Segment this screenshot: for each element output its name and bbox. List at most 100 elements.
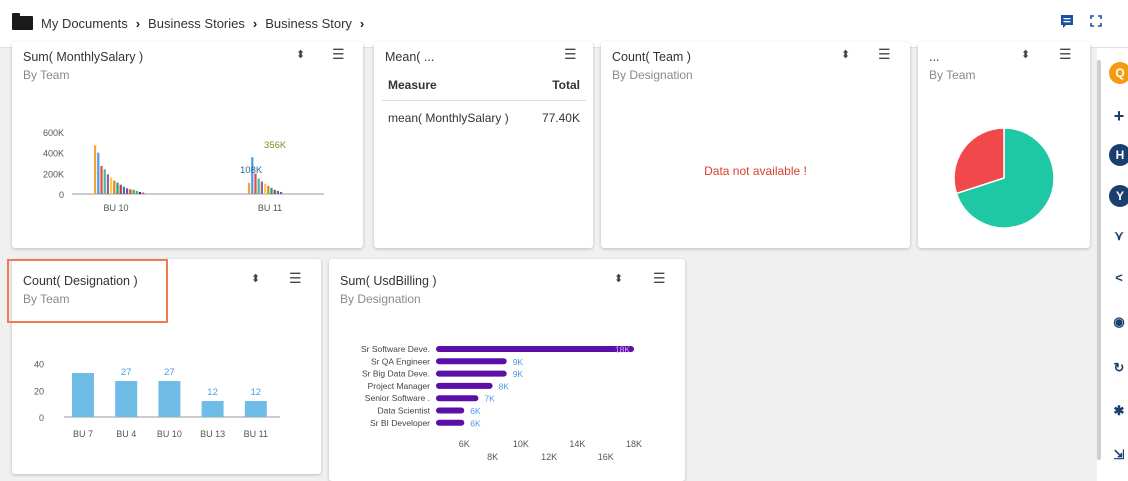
bar (103, 169, 106, 194)
menu-icon[interactable]: ☰ (289, 271, 302, 285)
y-tick-label: 0 (39, 413, 44, 423)
salary-chart: 600K 400K 200K 0 BU 10 BU 11 356K 108K (43, 128, 324, 213)
menu-icon[interactable]: ☰ (332, 47, 345, 61)
panel-count-team[interactable]: Count( Team ) By Designation ⬍ ☰ Data no… (601, 42, 910, 248)
data-label: 12 (207, 387, 218, 398)
panel-subtitle: By Team (23, 68, 70, 82)
export-icon[interactable]: ⇲ (1110, 447, 1128, 463)
sort-icon[interactable]: ⬍ (251, 274, 260, 285)
bar (436, 407, 465, 414)
panel-title: Sum( MonthlySalary ) (23, 50, 144, 64)
bar (248, 182, 251, 194)
bar (436, 346, 634, 352)
designation-chart: 40 20 0 BU 7 BU 4 27 BU 10 27 BU 13 12 BU 11 12 (34, 360, 280, 439)
panel-subtitle: By Designation (612, 68, 693, 82)
billing-chart: Sr Software Deve. 18K Sr QA Engineer 9K Sr B… (361, 344, 642, 462)
no-data-message: Data not available ! (704, 164, 807, 178)
bar (132, 189, 135, 194)
bar (97, 152, 100, 194)
y-tick-label: Sr BI Developer (370, 418, 430, 428)
fullscreen-icon[interactable] (1090, 14, 1102, 30)
bar (276, 190, 279, 194)
sort-icon[interactable]: ⬍ (841, 50, 850, 61)
filter-list-icon[interactable]: ⋎ (1110, 228, 1128, 244)
data-label: 7K (484, 394, 495, 404)
panel-pie[interactable]: ... By Team ⬍ ☰ (918, 42, 1090, 248)
sort-icon[interactable]: ⬍ (1021, 50, 1030, 61)
menu-icon[interactable]: ☰ (653, 271, 666, 285)
y-tick-label: 0 (59, 190, 64, 200)
table-header: Total (530, 70, 586, 101)
bar (110, 177, 113, 194)
menu-icon[interactable]: ☰ (564, 47, 577, 61)
top-bar: My Documents › Business Stories › Busine… (0, 0, 1128, 48)
x-tick-label: BU 7 (73, 429, 93, 439)
table-row: mean( MonthlySalary ) 77.40K (382, 101, 586, 136)
y-tick-label: 600K (43, 128, 64, 138)
y-tick-label: Project Manager (368, 381, 431, 391)
comment-icon[interactable] (1060, 14, 1074, 31)
bar (436, 395, 479, 402)
search-icon[interactable]: Q (1109, 62, 1128, 84)
breadcrumb-business-story[interactable]: Business Story (265, 16, 352, 31)
panel-mean[interactable]: Mean( ... ☰ Measure Total mean( MonthlyS… (374, 42, 593, 248)
y-tick-label: Sr QA Engineer (371, 356, 430, 366)
x-tick-label: 12K (541, 452, 557, 462)
data-label: 18K (615, 345, 630, 355)
bar (106, 174, 109, 194)
panel-usd-billing[interactable]: Sum( UsdBilling ) By Designation ⬍ ☰ Sr … (329, 259, 685, 481)
share-icon[interactable]: < (1110, 270, 1128, 285)
menu-icon[interactable]: ☰ (1059, 47, 1072, 61)
chevron-right-icon: › (135, 16, 141, 31)
bar (436, 358, 507, 365)
bar (119, 184, 122, 194)
x-tick-label: 18K (626, 439, 642, 449)
settings-icon[interactable]: ✱ (1110, 403, 1128, 419)
menu-icon[interactable]: ☰ (878, 47, 891, 61)
breadcrumb: My Documents › Business Stories › Busine… (41, 16, 372, 31)
data-label: 356K (264, 140, 287, 151)
bar (135, 190, 138, 194)
panel-subtitle: By Team (929, 68, 976, 82)
chevron-right-icon: › (252, 16, 258, 31)
bar (158, 381, 181, 417)
y-tick-label: 400K (43, 149, 64, 159)
add-icon[interactable]: + (1110, 106, 1128, 127)
y-tick-label: 200K (43, 169, 64, 179)
x-tick-label: BU 10 (103, 203, 128, 213)
x-tick-label: BU 11 (258, 203, 282, 213)
selection-highlight (7, 259, 168, 323)
table-header: Measure (382, 70, 531, 101)
sort-icon[interactable]: ⬍ (614, 274, 623, 285)
y-tick-label: Data Scientist (378, 406, 431, 416)
x-tick-label: BU 4 (116, 429, 136, 439)
x-tick-label: 14K (569, 439, 585, 449)
x-tick-label: BU 11 (244, 429, 268, 439)
bar (436, 419, 465, 426)
refresh-icon[interactable]: ↻ (1110, 360, 1128, 376)
data-label: 9K (513, 369, 524, 379)
data-label: 12 (251, 387, 262, 398)
data-label: 6K (470, 418, 481, 428)
panel-subtitle: By Designation (340, 292, 421, 306)
breadcrumb-business-stories[interactable]: Business Stories (148, 16, 245, 31)
filter-icon[interactable]: Y (1109, 185, 1128, 207)
panel-title: Mean( ... (385, 50, 435, 64)
bar (267, 185, 270, 194)
y-tick-label: 40 (34, 360, 44, 370)
save-icon[interactable]: H (1109, 144, 1128, 166)
bar (129, 189, 132, 194)
sort-icon[interactable]: ⬍ (296, 50, 305, 61)
panel-title: Count( Team ) (612, 50, 691, 64)
breadcrumb-my-documents[interactable]: My Documents (41, 16, 128, 31)
bar (122, 186, 125, 194)
data-label: 8K (499, 381, 510, 391)
bar (257, 178, 260, 194)
measure-table: Measure Total mean( MonthlySalary ) 77.4… (382, 70, 586, 135)
bar (273, 189, 276, 194)
panel-monthly-salary[interactable]: Sum( MonthlySalary ) By Team ⬍ ☰ 600K 400… (12, 42, 363, 248)
table-cell: 77.40K (541, 111, 580, 125)
scrollbar[interactable] (1097, 60, 1101, 460)
bar (138, 191, 141, 194)
eye-icon[interactable]: ◉ (1110, 314, 1128, 330)
